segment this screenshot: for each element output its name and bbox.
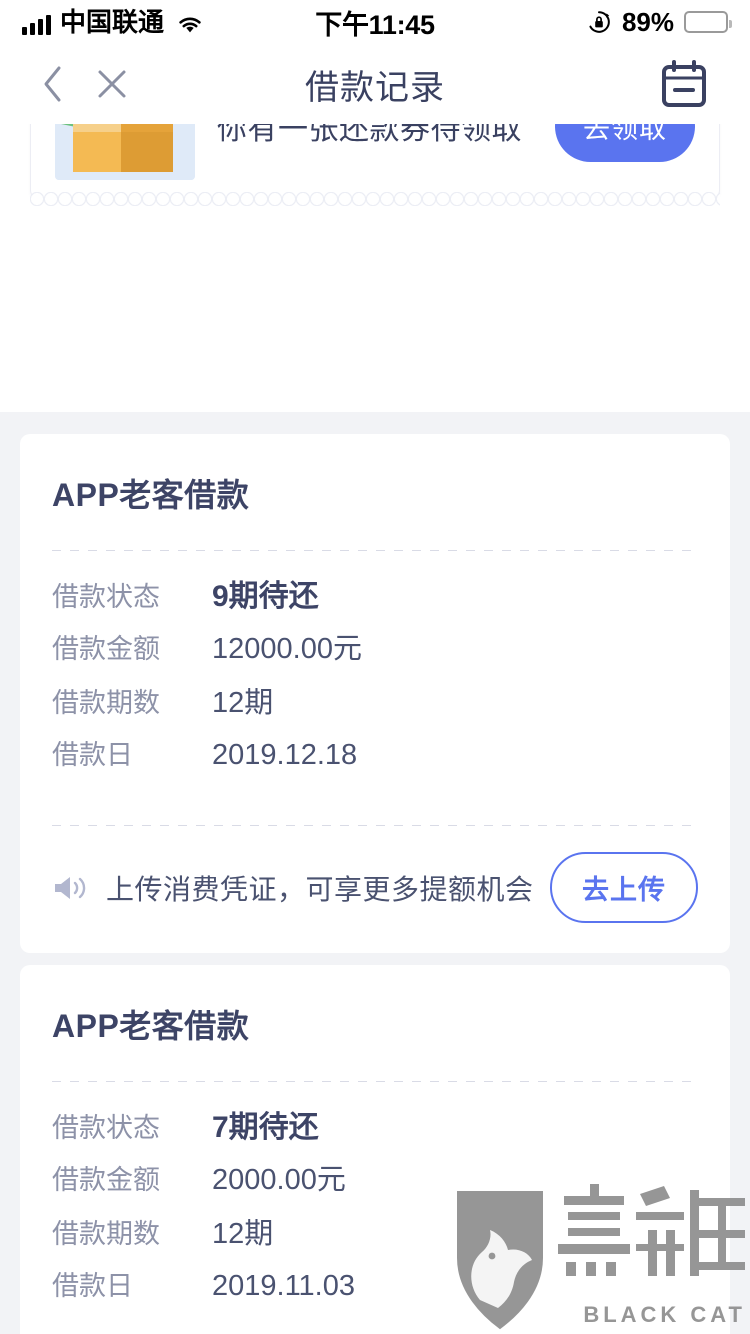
calendar-icon[interactable] bbox=[658, 58, 710, 110]
loan-periods-row: 借款期数 12期 bbox=[52, 1210, 698, 1264]
loan-amount-row: 借款金额 12000.00元 bbox=[52, 625, 698, 679]
loan-date-row: 借款日 2019.12.18 bbox=[52, 733, 698, 787]
speaker-icon bbox=[52, 873, 90, 903]
loan-status-row: 借款状态 9期待还 bbox=[52, 571, 698, 625]
gift-box-image bbox=[55, 124, 195, 180]
loan-detail-rows: 借款状态 9期待还 借款金额 12000.00元 借款期数 12期 借款日 20… bbox=[52, 551, 698, 791]
battery-percent: 89% bbox=[621, 6, 674, 37]
loan-periods-label: 借款期数 bbox=[52, 688, 160, 718]
phone-screen: 中国联通 下午11:45 89% 借款记录 你有一张还款券待领取 去领取 APP… bbox=[0, 0, 750, 1334]
loan-periods-label: 借款期数 bbox=[52, 1219, 160, 1249]
coupon-banner-card[interactable]: 你有一张还款券待领取 去领取 bbox=[30, 124, 720, 206]
go-upload-button[interactable]: 去上传 bbox=[550, 852, 698, 923]
loan-periods-value: 12期 bbox=[212, 687, 274, 719]
loan-detail-rows: 借款状态 7期待还 借款金额 2000.00元 借款期数 12期 借款日 201… bbox=[52, 1082, 698, 1322]
loan-periods-value: 12期 bbox=[212, 1218, 274, 1250]
nav-right-buttons bbox=[658, 58, 750, 110]
status-bar: 中国联通 下午11:45 89% bbox=[0, 0, 750, 44]
upload-tip-text: 上传消费凭证，可享更多提额机会 bbox=[106, 873, 534, 905]
loan-date-value: 2019.11.03 bbox=[212, 1270, 355, 1302]
loan-amount-row: 借款金额 2000.00元 bbox=[52, 1156, 698, 1210]
claim-coupon-button[interactable]: 去领取 bbox=[555, 124, 695, 162]
loan-amount-value: 12000.00元 bbox=[212, 633, 362, 665]
page-title: 借款记录 bbox=[305, 68, 445, 107]
loan-date-row: 借款日 2019.11.03 bbox=[52, 1264, 698, 1318]
loan-status-row: 借款状态 7期待还 bbox=[52, 1102, 698, 1156]
loan-product-name: APP老客借款 bbox=[52, 1008, 250, 1044]
loan-date-label: 借款日 bbox=[52, 1271, 133, 1301]
upload-prompt-row: 上传消费凭证，可享更多提额机会 去上传 bbox=[52, 826, 698, 953]
rotation-lock-icon bbox=[586, 9, 612, 35]
navigation-bar: 借款记录 bbox=[0, 44, 750, 124]
loan-date-label: 借款日 bbox=[52, 740, 133, 770]
coupon-banner-region: 你有一张还款券待领取 去领取 bbox=[0, 124, 750, 334]
loan-amount-label: 借款金额 bbox=[52, 634, 160, 664]
banner-bottom-spacer bbox=[0, 334, 750, 412]
coupon-banner-text: 你有一张还款券待领取 bbox=[217, 124, 522, 146]
loan-date-value: 2019.12.18 bbox=[212, 739, 358, 771]
loan-amount-value: 2000.00元 bbox=[212, 1164, 346, 1196]
loan-periods-row: 借款期数 12期 bbox=[52, 679, 698, 733]
loan-record-card[interactable]: APP老客借款 借款状态 9期待还 借款金额 12000.00元 借款期数 12… bbox=[20, 434, 730, 953]
loan-record-card[interactable]: APP老客借款 借款状态 7期待还 借款金额 2000.00元 借款期数 12期… bbox=[20, 965, 730, 1334]
loan-record-list: APP老客借款 借款状态 9期待还 借款金额 12000.00元 借款期数 12… bbox=[0, 412, 750, 1334]
loan-status-label: 借款状态 bbox=[52, 1113, 160, 1143]
loan-status-label: 借款状态 bbox=[52, 582, 160, 612]
battery-icon bbox=[684, 11, 732, 33]
loan-status-value: 7期待还 bbox=[212, 1111, 319, 1144]
loan-status-value: 9期待还 bbox=[212, 580, 319, 613]
loan-product-name: APP老客借款 bbox=[52, 477, 250, 513]
loan-amount-label: 借款金额 bbox=[52, 1165, 160, 1195]
status-bar-right: 89% bbox=[586, 6, 732, 38]
